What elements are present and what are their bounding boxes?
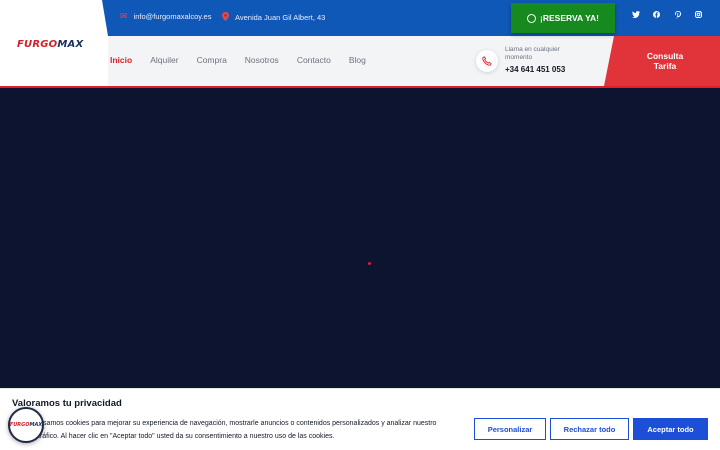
envelope-icon: ✉ [120,11,128,21]
site-header: FURGOMAX ✉ info@furgomaxalcoy.es Avenida… [0,0,720,88]
phone-number[interactable]: +34 641 451 053 [505,65,565,74]
cookie-text: Usamos cookies para mejorar su experienc… [38,420,437,440]
tarifa-line-2: Tarifa [653,61,677,71]
facebook-icon[interactable] [653,11,660,21]
reserve-button-label: ¡RESERVA YA! [540,13,599,23]
phone-icon[interactable] [476,50,498,72]
main-nav: Inicio Alquiler Compra Nosotros Contacto… [110,55,366,65]
float-logo-part-1: FURGO [9,422,30,428]
whatsapp-icon [527,13,537,23]
nav-item-nosotros[interactable]: Nosotros [245,55,279,65]
nav-item-inicio[interactable]: Inicio [110,55,132,65]
top-bar: ✉ info@furgomaxalcoy.es Avenida Juan Gil… [102,0,720,36]
consulta-tarifa-button[interactable]: Consulta Tarifa [604,36,720,86]
instagram-icon[interactable] [695,11,702,21]
location-pin-icon [222,12,229,23]
reserve-button[interactable]: ¡RESERVA YA! [511,3,615,33]
address-text: Avenida Juan Gil Albert, 43 [235,13,326,22]
nav-item-alquiler[interactable]: Alquiler [150,55,178,65]
email-link[interactable]: ✉ info@furgomaxalcoy.es [120,11,212,22]
address-link[interactable]: Avenida Juan Gil Albert, 43 [222,12,325,23]
customize-button[interactable]: Personalizar [474,418,546,440]
logo-part-2: MAX [57,39,84,50]
furgomax-logo[interactable]: FURGOMAX [17,39,83,50]
float-logo-part-2: MAX [29,422,43,428]
nav-item-blog[interactable]: Blog [349,55,366,65]
cookie-banner: Valoramos tu privacidad Usamos cookies p… [0,388,720,450]
nav-item-compra[interactable]: Compra [197,55,227,65]
call-label: Llama en cualquier momento [505,46,560,61]
cookie-settings-logo-button[interactable]: FURGO MAX [8,407,44,443]
email-text: info@furgomaxalcoy.es [133,12,212,21]
loading-indicator [368,262,371,265]
logo-area: FURGOMAX [0,0,108,88]
pinterest-icon[interactable] [674,11,681,21]
tarifa-line-1: Consulta [646,51,684,61]
hero-section [0,88,720,388]
twitter-icon[interactable] [632,11,640,21]
social-links [632,11,702,21]
accept-all-button[interactable]: Aceptar todo [633,418,708,440]
logo-part-1: FURGO [17,39,58,50]
nav-item-contacto[interactable]: Contacto [297,55,331,65]
reject-all-button[interactable]: Rechazar todo [550,418,629,440]
